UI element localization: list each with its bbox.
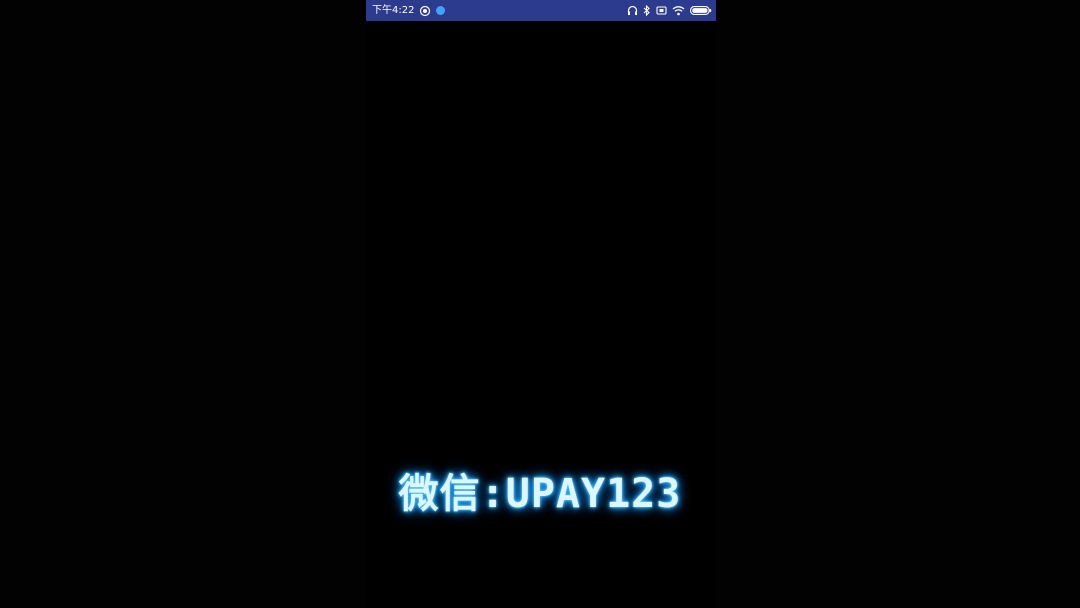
headphones-icon: [627, 5, 638, 16]
status-bar-left: 下午4:22: [372, 0, 446, 21]
battery-icon: [690, 5, 712, 16]
video-frame: 下午4:22 微信:UPAY123: [0, 0, 1080, 608]
status-bar: 下午4:22: [366, 0, 716, 21]
bluetooth-icon: [643, 5, 651, 16]
sim-icon: [656, 5, 667, 16]
wifi-icon: [672, 5, 685, 16]
status-time: 下午4:22: [372, 5, 415, 16]
screen-record-icon: [419, 5, 431, 17]
wechat-id-caption: 微信:UPAY123: [398, 471, 682, 517]
status-bar-right: [627, 5, 712, 16]
app-notification-icon: [436, 6, 446, 15]
